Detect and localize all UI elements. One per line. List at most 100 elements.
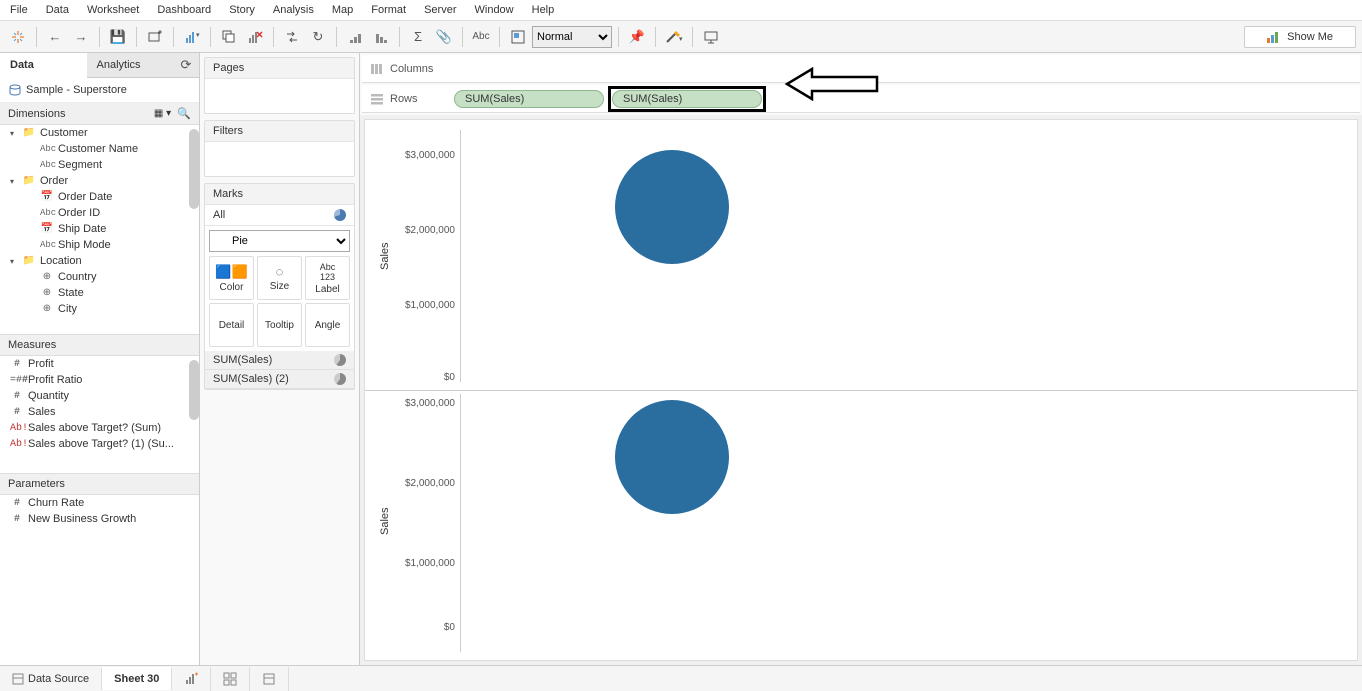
- cards-column: Pages Filters Marks All Pie 🟦🟧Color ◌Siz…: [200, 53, 360, 665]
- field-profit[interactable]: Profit: [0, 356, 199, 372]
- new-datasource-icon[interactable]: [143, 25, 167, 49]
- totals-icon[interactable]: Σ: [406, 25, 430, 49]
- presentation-icon[interactable]: [699, 25, 723, 49]
- datasource-icon: [8, 84, 22, 96]
- new-worksheet-icon[interactable]: ▾: [180, 25, 204, 49]
- size-icon: ◌: [276, 264, 284, 279]
- field-order-date[interactable]: Order Date: [0, 189, 199, 205]
- refresh-icon[interactable]: ↻: [306, 25, 330, 49]
- menu-window[interactable]: Window: [475, 4, 514, 16]
- menu-bar: File Data Worksheet Dashboard Story Anal…: [0, 0, 1362, 21]
- duplicate-icon[interactable]: [217, 25, 241, 49]
- mark-tooltip-button[interactable]: Tooltip: [257, 303, 302, 347]
- annotation-highlight: SUM(Sales): [608, 86, 766, 112]
- field-customer-name[interactable]: Customer Name: [0, 141, 199, 157]
- tick: $3,000,000: [385, 398, 455, 409]
- menu-server[interactable]: Server: [424, 4, 456, 16]
- fit-dropdown-icon[interactable]: [506, 25, 530, 49]
- show-me-button[interactable]: Show Me: [1244, 26, 1356, 48]
- field-order-id[interactable]: Order ID: [0, 205, 199, 221]
- param-nbg[interactable]: New Business Growth: [0, 511, 199, 527]
- new-dashboard-button[interactable]: [211, 667, 250, 691]
- field-city[interactable]: City: [0, 301, 199, 317]
- mark-angle-button[interactable]: Angle: [305, 303, 350, 347]
- menu-dashboard[interactable]: Dashboard: [157, 4, 211, 16]
- search-icon[interactable]: 🔍: [177, 107, 191, 120]
- pill-sum-sales-2[interactable]: SUM(Sales): [612, 90, 762, 108]
- marks-sum-sales-1[interactable]: SUM(Sales): [205, 351, 354, 370]
- field-sat-sum[interactable]: Ab!Sales above Target? (Sum): [0, 420, 199, 436]
- menu-file[interactable]: File: [10, 4, 28, 16]
- scrollbar-thumb[interactable]: [189, 360, 199, 420]
- tick: $2,000,000: [385, 478, 455, 489]
- rows-icon: [370, 93, 384, 105]
- menu-format[interactable]: Format: [371, 4, 406, 16]
- sort-desc-icon[interactable]: [369, 25, 393, 49]
- mark-detail-button[interactable]: Detail: [209, 303, 254, 347]
- attach-icon[interactable]: 📎: [432, 25, 456, 49]
- datasource-label: Sample - Superstore: [26, 84, 127, 96]
- parameters-header: Parameters: [0, 474, 199, 495]
- forward-icon[interactable]: →: [69, 25, 93, 49]
- mark-size-button[interactable]: ◌Size: [257, 256, 302, 300]
- filters-shelf[interactable]: [205, 142, 354, 176]
- mark-color-button[interactable]: 🟦🟧Color: [209, 256, 254, 300]
- pages-card: Pages: [204, 57, 355, 114]
- tab-analytics[interactable]: Analytics: [87, 53, 174, 78]
- marks-sum-sales-2[interactable]: SUM(Sales) (2): [205, 370, 354, 389]
- mark-label-button[interactable]: Abc123Label: [305, 256, 350, 300]
- field-quantity[interactable]: Quantity: [0, 388, 199, 404]
- field-ship-date[interactable]: Ship Date: [0, 221, 199, 237]
- viz-area: Columns Rows SUM(Sales) SUM(Sales): [360, 53, 1362, 665]
- rows-label: Rows: [390, 93, 418, 105]
- field-segment[interactable]: Segment: [0, 157, 199, 173]
- menu-analysis[interactable]: Analysis: [273, 4, 314, 16]
- sort-asc-icon[interactable]: [343, 25, 367, 49]
- pin-icon[interactable]: 📌: [625, 25, 649, 49]
- scrollbar-thumb[interactable]: [189, 129, 199, 209]
- tableau-logo-icon[interactable]: [6, 25, 30, 49]
- save-icon[interactable]: 💾: [106, 25, 130, 49]
- marks-all-row[interactable]: All: [205, 205, 354, 226]
- param-churn[interactable]: Churn Rate: [0, 495, 199, 511]
- labels-icon[interactable]: Abc: [469, 25, 493, 49]
- menu-story[interactable]: Story: [229, 4, 255, 16]
- highlight-icon[interactable]: ▾: [662, 25, 686, 49]
- pie-mark-2[interactable]: [615, 400, 729, 514]
- new-worksheet-button[interactable]: [172, 667, 211, 691]
- field-country[interactable]: Country: [0, 269, 199, 285]
- pages-title: Pages: [205, 58, 354, 79]
- swap-icon[interactable]: [280, 25, 304, 49]
- rows-shelf[interactable]: Rows SUM(Sales) SUM(Sales): [362, 85, 1360, 113]
- tab-sheet-30[interactable]: Sheet 30: [102, 667, 172, 690]
- folder-customer[interactable]: ▾Customer: [0, 125, 199, 141]
- field-state[interactable]: State: [0, 285, 199, 301]
- menu-map[interactable]: Map: [332, 4, 353, 16]
- field-profit-ratio[interactable]: =#Profit Ratio: [0, 372, 199, 388]
- clear-icon[interactable]: [243, 25, 267, 49]
- tab-data[interactable]: Data: [0, 53, 87, 78]
- refresh-pane-icon[interactable]: ⟳: [173, 53, 199, 78]
- datasource-item[interactable]: Sample - Superstore: [0, 78, 199, 103]
- columns-shelf[interactable]: Columns: [362, 55, 1360, 83]
- field-ship-mode[interactable]: Ship Mode: [0, 237, 199, 253]
- mark-type-select[interactable]: Pie: [209, 230, 350, 252]
- view-as-icon[interactable]: ▦ ▾: [154, 108, 171, 119]
- folder-order[interactable]: ▾Order: [0, 173, 199, 189]
- pages-shelf[interactable]: [205, 79, 354, 113]
- back-icon[interactable]: ←: [43, 25, 67, 49]
- pill-sum-sales-1[interactable]: SUM(Sales): [454, 90, 604, 108]
- pie-mark-1[interactable]: [615, 150, 729, 264]
- new-story-button[interactable]: [250, 667, 289, 691]
- folder-location[interactable]: ▾Location: [0, 253, 199, 269]
- field-sales[interactable]: Sales: [0, 404, 199, 420]
- tab-datasource[interactable]: Data Source: [0, 668, 102, 690]
- menu-data[interactable]: Data: [46, 4, 69, 16]
- field-sat-1[interactable]: Ab!Sales above Target? (1) (Su...: [0, 436, 199, 452]
- chart-canvas[interactable]: Sales $3,000,000 $2,000,000 $1,000,000 $…: [364, 119, 1358, 661]
- columns-icon: [370, 63, 384, 75]
- fit-select[interactable]: Normal: [532, 26, 612, 48]
- menu-worksheet[interactable]: Worksheet: [87, 4, 139, 16]
- menu-help[interactable]: Help: [532, 4, 555, 16]
- filters-card: Filters: [204, 120, 355, 177]
